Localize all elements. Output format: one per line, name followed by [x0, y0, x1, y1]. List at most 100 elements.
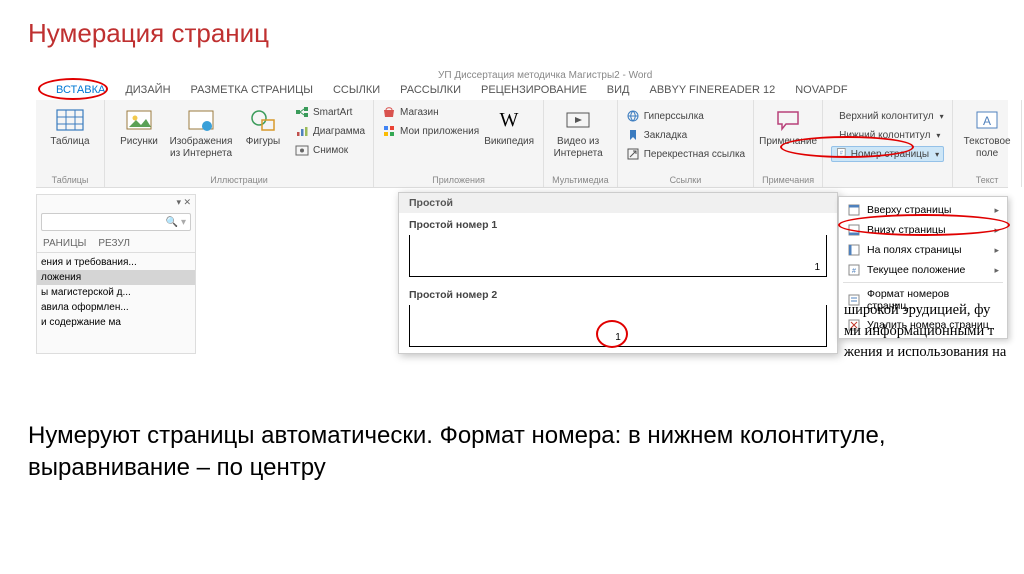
- page-number-sample: 1: [615, 332, 621, 343]
- myapps-icon: [382, 124, 396, 138]
- nav-item[interactable]: ложения: [37, 270, 195, 285]
- gallery-item-2-preview: 1: [409, 305, 827, 347]
- doc-text-line: жения и использования на: [844, 342, 1024, 363]
- page-margins-icon: [847, 243, 861, 257]
- store-button[interactable]: Магазин: [382, 104, 479, 120]
- group-hf-label: [831, 175, 944, 185]
- submenu-top[interactable]: Вверху страницы ▸: [839, 200, 1007, 220]
- tab-novapdf[interactable]: novaPDF: [785, 80, 857, 100]
- tab-insert[interactable]: ВСТАВКА: [46, 80, 115, 100]
- store-label: Магазин: [400, 107, 439, 118]
- crossref-label: Перекрестная ссылка: [644, 149, 745, 160]
- smartart-label: SmartArt: [313, 107, 352, 118]
- wiki-icon: W: [494, 106, 524, 134]
- myapps-label: Мои приложения: [400, 126, 479, 137]
- svg-text:A: A: [983, 114, 991, 128]
- search-icon: 🔍 ▾: [166, 217, 186, 228]
- pagenum-icon: #: [836, 147, 847, 161]
- submenu-bottom[interactable]: Внизу страницы▸: [839, 220, 1007, 240]
- gallery-item-1[interactable]: Простой номер 1 1: [399, 213, 837, 283]
- nav-item[interactable]: и содержание ма: [37, 315, 195, 330]
- pictures-button[interactable]: Рисунки: [113, 104, 165, 150]
- textbox-icon: A: [972, 106, 1002, 134]
- hyperlink-button[interactable]: Гиперссылка: [626, 108, 745, 124]
- myapps-button[interactable]: Мои приложения: [382, 123, 479, 139]
- gallery-header: Простой: [399, 193, 837, 213]
- nav-search[interactable]: 🔍 ▾: [41, 213, 191, 231]
- page-bottom-icon: [847, 223, 861, 237]
- pictures-label: Рисунки: [120, 136, 158, 148]
- submenu-current[interactable]: #Текущее положение▸: [839, 260, 1007, 280]
- nav-item[interactable]: ения и требования...: [37, 255, 195, 270]
- chart-icon: [295, 124, 309, 138]
- table-label: Таблица: [50, 136, 89, 148]
- bookmark-button[interactable]: Закладка: [626, 127, 745, 143]
- gallery-item-2[interactable]: Простой номер 2 1: [399, 283, 837, 353]
- page-current-icon: #: [847, 263, 861, 277]
- group-text: A Текстовое поле Текст: [953, 100, 1022, 187]
- group-illustrations-label: Иллюстрации: [113, 175, 365, 185]
- tab-mailings[interactable]: РАССЫЛКИ: [390, 80, 471, 100]
- submenu-bottom-label: Внизу страницы: [867, 224, 946, 236]
- shapes-button[interactable]: Фигуры: [237, 104, 289, 150]
- nav-item[interactable]: авила оформлен...: [37, 300, 195, 315]
- comment-icon: [773, 106, 803, 134]
- submenu-margins[interactable]: На полях страницы▸: [839, 240, 1007, 260]
- slide-title: Нумерация страниц: [0, 0, 1024, 49]
- footer-button[interactable]: Нижний колонтитул▾: [831, 127, 944, 143]
- header-button[interactable]: Верхний колонтитул▾: [831, 108, 944, 124]
- chart-button[interactable]: Диаграмма: [295, 123, 365, 139]
- nav-tab-results[interactable]: РЕЗУЛ: [92, 235, 136, 252]
- tab-view[interactable]: ВИД: [597, 80, 640, 100]
- navigation-pane: ▾ ✕ 🔍 ▾ РАНИЦЫ РЕЗУЛ ения и требования..…: [36, 194, 196, 354]
- screenshot-button[interactable]: Снимок: [295, 142, 365, 158]
- pagenum-gallery: Простой Простой номер 1 1 Простой номер …: [398, 192, 838, 354]
- pictures-icon: [124, 106, 154, 134]
- tab-review[interactable]: РЕЦЕНЗИРОВАНИЕ: [471, 80, 597, 100]
- tab-design[interactable]: ДИЗАЙН: [115, 80, 180, 100]
- submenu-current-label: Текущее положение: [867, 264, 965, 276]
- pagenum-label: Номер страницы: [851, 149, 929, 160]
- group-media-label: Мультимедиа: [552, 175, 609, 185]
- doc-text-line: ми информационными т: [844, 321, 1024, 342]
- online-pictures-label: Изображения из Интернета: [170, 136, 233, 160]
- bookmark-label: Закладка: [644, 130, 687, 141]
- submenu-margins-label: На полях страницы: [867, 244, 962, 256]
- video-button[interactable]: Видео из Интернета: [552, 104, 604, 162]
- pagenum-button[interactable]: #Номер страницы▾: [831, 146, 944, 162]
- screenshot-label: Снимок: [313, 145, 348, 156]
- crossref-icon: [626, 147, 640, 161]
- group-text-label: Текст: [961, 175, 1013, 185]
- gallery-item-1-preview: 1: [409, 235, 827, 277]
- submenu-top-label: Вверху страницы: [867, 204, 951, 216]
- wiki-button[interactable]: W Википедия: [483, 104, 535, 150]
- video-label: Видео из Интернета: [554, 136, 603, 160]
- document-text: широкой эрудицией, фу ми информационными…: [844, 300, 1024, 363]
- tab-layout[interactable]: РАЗМЕТКА СТРАНИЦЫ: [181, 80, 323, 100]
- smartart-icon: [295, 105, 309, 119]
- nav-dropdown-icon[interactable]: ▾ ✕: [176, 197, 191, 208]
- nav-items: ения и требования... ложения ы магистерс…: [37, 253, 195, 330]
- shapes-icon: [248, 106, 278, 134]
- hyperlink-label: Гиперссылка: [644, 111, 704, 122]
- store-icon: [382, 105, 396, 119]
- video-icon: [563, 106, 593, 134]
- group-comments: Примечание Примечания: [754, 100, 823, 187]
- svg-text:#: #: [840, 151, 843, 157]
- nav-item[interactable]: ы магистерской д...: [37, 285, 195, 300]
- hyperlink-icon: [626, 109, 640, 123]
- tab-abbyy[interactable]: ABBYY FineReader 12: [640, 80, 786, 100]
- nav-tab-pages[interactable]: РАНИЦЫ: [37, 235, 92, 252]
- textbox-button[interactable]: A Текстовое поле: [961, 104, 1013, 162]
- group-comments-label: Примечания: [762, 175, 814, 185]
- smartart-button[interactable]: SmartArt: [295, 104, 365, 120]
- textbox-label: Текстовое поле: [963, 136, 1011, 160]
- crossref-button[interactable]: Перекрестная ссылка: [626, 146, 745, 162]
- table-icon: [55, 106, 85, 134]
- chevron-right-icon: ▸: [994, 205, 999, 216]
- table-button[interactable]: Таблица: [44, 104, 96, 150]
- tab-references[interactable]: ССЫЛКИ: [323, 80, 390, 100]
- online-pictures-button[interactable]: Изображения из Интернета: [169, 104, 233, 162]
- comment-button[interactable]: Примечание: [762, 104, 814, 150]
- group-apps: Магазин Мои приложения W Википедия Прило…: [374, 100, 544, 187]
